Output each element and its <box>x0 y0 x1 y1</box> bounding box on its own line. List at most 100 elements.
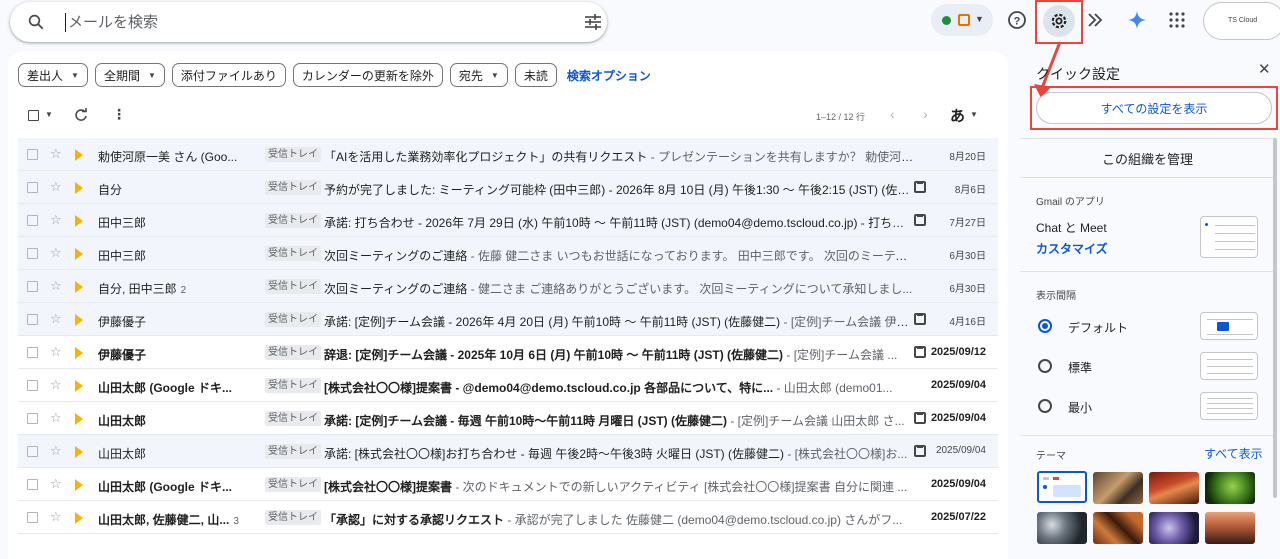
important-marker-icon[interactable] <box>75 215 83 227</box>
filter-chip-to[interactable]: 宛先 ▼ <box>449 63 508 87</box>
search-icon[interactable] <box>27 13 45 31</box>
inbox-label[interactable]: 受信トレイ <box>265 345 321 360</box>
star-icon[interactable]: ☆ <box>50 311 62 327</box>
calendar-invite-icon[interactable] <box>914 346 926 358</box>
important-marker-icon[interactable] <box>75 413 83 425</box>
inbox-label[interactable]: 受信トレイ <box>265 147 321 162</box>
filter-chip-from[interactable]: 差出人 ▼ <box>18 63 88 87</box>
density-comfortable-radio[interactable] <box>1038 359 1052 373</box>
gemini-icon[interactable] <box>1123 6 1151 34</box>
theme-pattern-thumbnail[interactable] <box>1149 512 1199 544</box>
theme-chess-thumbnail[interactable] <box>1093 472 1143 504</box>
important-marker-icon[interactable] <box>75 380 83 392</box>
row-checkbox[interactable] <box>27 512 38 523</box>
inbox-label[interactable]: 受信トレイ <box>265 213 321 228</box>
input-tools-button[interactable]: あ <box>950 105 965 126</box>
email-row[interactable]: ☆ 山田太郎 受信トレイ 承諾: [株式会社〇〇様]お打ち合わせ - 毎週 午後2時〜… <box>18 435 998 468</box>
calendar-invite-icon[interactable] <box>914 313 926 325</box>
row-checkbox[interactable] <box>27 479 38 490</box>
star-icon[interactable]: ☆ <box>50 344 62 360</box>
email-row[interactable]: ☆ 田中三郎 受信トレイ 次回ミーティングのご連絡 - 佐藤 健二さま いつもお世話に… <box>18 237 998 270</box>
star-icon[interactable]: ☆ <box>50 146 62 162</box>
important-marker-icon[interactable] <box>75 281 83 293</box>
advanced-search-link[interactable]: 検索オプション <box>567 67 651 84</box>
theme-view-all-link[interactable]: すべて表示 <box>1204 445 1263 462</box>
calendar-invite-icon[interactable] <box>914 181 926 193</box>
filter-chip-attachment[interactable]: 添付ファイルあり <box>171 63 286 87</box>
star-icon[interactable]: ☆ <box>50 476 62 492</box>
help-icon[interactable]: ? <box>1003 6 1031 34</box>
row-checkbox[interactable] <box>27 314 38 325</box>
calendar-invite-icon[interactable] <box>914 412 926 424</box>
email-row[interactable]: ☆ 田中三郎 受信トレイ 承諾: 打ち合わせ - 2026年 7月 29日 (水) 午… <box>18 204 998 237</box>
row-checkbox[interactable] <box>27 248 38 259</box>
calendar-invite-icon[interactable] <box>914 214 926 226</box>
email-row[interactable]: ☆ 勅使河原一美 さん (Goo... 受信トレイ 「AIを活用した業務効率化プロジェ… <box>18 138 998 171</box>
all-settings-button[interactable]: すべての設定を表示 <box>1036 92 1272 124</box>
row-checkbox[interactable] <box>27 380 38 391</box>
theme-canyon-thumbnail[interactable] <box>1149 472 1199 504</box>
gemini-sidebar-icon[interactable] <box>1082 6 1110 34</box>
inbox-label[interactable]: 受信トレイ <box>265 279 321 294</box>
density-compact-radio[interactable] <box>1038 399 1052 413</box>
email-row[interactable]: ☆ 山田太郎 受信トレイ 承諾: [定例]チーム会議 - 毎週 午前10時〜午前11時… <box>18 402 998 435</box>
close-icon[interactable]: ✕ <box>1258 60 1271 78</box>
star-icon[interactable]: ☆ <box>50 443 62 459</box>
inbox-label[interactable]: 受信トレイ <box>265 378 321 393</box>
star-icon[interactable]: ☆ <box>50 377 62 393</box>
density-default-radio[interactable] <box>1038 319 1052 333</box>
email-row[interactable]: ☆ 自分 受信トレイ 予約が完了しました: ミーティング可能枠 (田中三郎) - 20… <box>18 171 998 204</box>
filter-chip-date[interactable]: 全期間 ▼ <box>94 63 165 87</box>
important-marker-icon[interactable] <box>75 182 83 194</box>
status-selector[interactable]: ▼ <box>931 4 993 36</box>
row-checkbox[interactable] <box>27 281 38 292</box>
row-checkbox[interactable] <box>27 215 38 226</box>
inbox-label[interactable]: 受信トレイ <box>265 246 321 261</box>
more-options-icon[interactable]: ⋮ <box>112 106 126 123</box>
density-default-thumbnail[interactable] <box>1200 312 1258 340</box>
email-row[interactable]: ☆ 伊藤優子 受信トレイ 辞退: [定例]チーム会議 - 2025年 10月 6日 (… <box>18 336 998 369</box>
email-row[interactable]: ☆ 山田太郎 (Google ドキ... 受信トレイ [株式会社〇〇様]提案書 - @… <box>18 369 998 402</box>
manage-org-button[interactable]: この組織を管理 <box>1020 149 1275 168</box>
calendar-invite-icon[interactable] <box>914 445 926 457</box>
theme-desert-thumbnail[interactable] <box>1205 512 1255 544</box>
inbox-label[interactable]: 受信トレイ <box>265 510 321 525</box>
customize-link[interactable]: カスタマイズ <box>1036 240 1108 257</box>
theme-bubbles-thumbnail[interactable] <box>1037 512 1087 544</box>
star-icon[interactable]: ☆ <box>50 278 62 294</box>
important-marker-icon[interactable] <box>75 446 83 458</box>
select-dropdown-icon[interactable]: ▼ <box>45 110 53 119</box>
inbox-label[interactable]: 受信トレイ <box>265 444 321 459</box>
row-checkbox[interactable] <box>27 149 38 160</box>
theme-leaf-thumbnail[interactable] <box>1205 472 1255 504</box>
email-row[interactable]: ☆ 伊藤優子 受信トレイ 承諾: [定例]チーム会議 - 2026年 4月 20日 (… <box>18 303 998 336</box>
newer-page-icon[interactable]: ‹ <box>890 106 895 122</box>
star-icon[interactable]: ☆ <box>50 212 62 228</box>
star-icon[interactable]: ☆ <box>50 410 62 426</box>
filter-chip-unread[interactable]: 未読 <box>514 63 557 87</box>
theme-autumn-thumbnail[interactable] <box>1093 512 1143 544</box>
settings-gear-icon[interactable] <box>1043 5 1075 37</box>
select-all-checkbox[interactable] <box>28 110 39 121</box>
refresh-icon[interactable] <box>74 108 88 122</box>
important-marker-icon[interactable] <box>75 248 83 260</box>
filter-chip-exclude-calendar[interactable]: カレンダーの更新を除外 <box>292 63 443 87</box>
email-row[interactable]: ☆ 山田太郎 (Google ドキ... 受信トレイ [株式会社〇〇様]提案書 - 次… <box>18 468 998 501</box>
chevron-down-icon[interactable]: ▼ <box>970 110 978 119</box>
email-row[interactable]: ☆ 自分, 田中三郎 2 受信トレイ 次回ミーティングのご連絡 - 健二さま ご連絡あり… <box>18 270 998 303</box>
row-checkbox[interactable] <box>27 182 38 193</box>
search-bar[interactable] <box>10 2 607 42</box>
row-checkbox[interactable] <box>27 413 38 424</box>
important-marker-icon[interactable] <box>75 347 83 359</box>
email-row[interactable]: ☆ 山田太郎, 佐藤健二, 山... 3 受信トレイ 「承認」に対する承認リクエスト -… <box>18 501 998 534</box>
account-button[interactable]: TS Cloud <box>1203 2 1280 40</box>
important-marker-icon[interactable] <box>75 314 83 326</box>
older-page-icon[interactable]: › <box>923 106 928 122</box>
apps-grid-icon[interactable] <box>1163 6 1191 34</box>
star-icon[interactable]: ☆ <box>50 245 62 261</box>
important-marker-icon[interactable] <box>75 479 83 491</box>
search-options-icon[interactable] <box>584 14 602 30</box>
star-icon[interactable]: ☆ <box>50 179 62 195</box>
density-comfortable-thumbnail[interactable] <box>1200 352 1258 380</box>
row-checkbox[interactable] <box>27 347 38 358</box>
